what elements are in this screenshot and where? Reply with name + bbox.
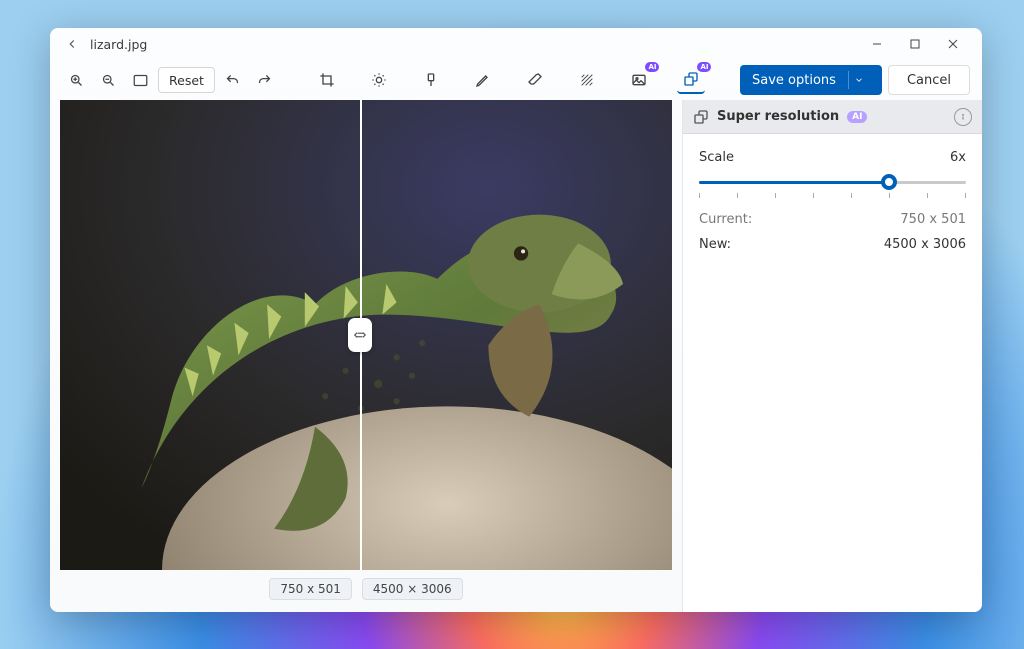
close-icon xyxy=(948,39,958,49)
canvas-area: 750 x 501 4500 × 3006 xyxy=(50,100,682,612)
save-options-label: Save options xyxy=(752,73,836,88)
swap-icon xyxy=(353,328,367,342)
arrow-left-icon xyxy=(65,37,79,51)
comparison-handle[interactable] xyxy=(348,318,372,352)
brightness-icon xyxy=(371,72,387,88)
original-dimensions-chip: 750 x 501 xyxy=(269,578,352,600)
minimize-button[interactable] xyxy=(858,30,896,58)
scale-value: 6x xyxy=(950,150,966,165)
markup-tool[interactable] xyxy=(469,66,497,94)
toolbar-right: Save options Cancel xyxy=(740,65,970,95)
current-value: 750 x 501 xyxy=(900,212,966,227)
upscale-icon xyxy=(683,71,699,87)
background-icon xyxy=(579,72,595,88)
editor-body: 750 x 501 4500 × 3006 Super resolution A… xyxy=(50,100,982,612)
window-controls xyxy=(858,30,972,58)
toolbar: Reset xyxy=(50,60,982,100)
info-icon xyxy=(958,112,968,122)
cancel-button[interactable]: Cancel xyxy=(888,65,970,95)
titlebar: lizard.jpg xyxy=(50,28,982,60)
image-ai-icon xyxy=(631,72,647,88)
dimensions-bar: 750 x 501 4500 × 3006 xyxy=(60,574,672,604)
new-label: New: xyxy=(699,237,731,252)
zoom-in-button[interactable] xyxy=(62,67,90,93)
eraser-icon xyxy=(527,72,543,88)
panel-body: Scale 6x xyxy=(683,134,982,278)
toolbar-left: Reset xyxy=(62,67,279,93)
zoom-out-icon xyxy=(101,73,116,88)
photos-editor-window: lizard.jpg xyxy=(50,28,982,612)
adjust-tool[interactable] xyxy=(365,66,393,94)
desktop-background: lizard.jpg xyxy=(0,0,1024,649)
maximize-icon xyxy=(910,39,920,49)
ai-badge: AI xyxy=(847,111,867,123)
new-value: 4500 x 3006 xyxy=(884,237,966,252)
panel-header: Super resolution AI xyxy=(683,100,982,134)
slider-thumb[interactable] xyxy=(881,174,897,190)
scale-label: Scale xyxy=(699,150,734,165)
scale-slider[interactable] xyxy=(699,175,966,198)
current-label: Current: xyxy=(699,212,752,227)
super-resolution-panel: Super resolution AI Scale 6x xyxy=(682,100,982,612)
maximize-button[interactable] xyxy=(896,30,934,58)
slider-fill xyxy=(699,181,889,184)
upscale-panel-icon xyxy=(693,109,709,125)
panel-title: Super resolution xyxy=(717,109,839,124)
new-row: New: 4500 x 3006 xyxy=(699,237,966,252)
background-tool[interactable] xyxy=(573,66,601,94)
close-button[interactable] xyxy=(934,30,972,58)
scale-row: Scale 6x xyxy=(699,150,966,165)
filter-icon xyxy=(423,72,439,88)
minimize-icon xyxy=(872,39,882,49)
fit-icon xyxy=(133,74,148,87)
file-name-label: lizard.jpg xyxy=(90,37,147,52)
zoom-in-icon xyxy=(69,73,84,88)
info-button[interactable] xyxy=(954,108,972,126)
save-options-button[interactable]: Save options xyxy=(740,65,882,95)
generative-fill-tool[interactable] xyxy=(625,66,653,94)
fit-to-screen-button[interactable] xyxy=(126,67,154,93)
crop-tool[interactable] xyxy=(313,66,341,94)
slider-ticks xyxy=(699,193,966,198)
new-dimensions-chip: 4500 × 3006 xyxy=(362,578,463,600)
back-button[interactable] xyxy=(60,32,84,56)
zoom-out-button[interactable] xyxy=(94,67,122,93)
redo-button[interactable] xyxy=(251,67,279,93)
chevron-down-icon xyxy=(854,75,864,85)
crop-icon xyxy=(319,72,335,88)
undo-button[interactable] xyxy=(219,67,247,93)
erase-tool[interactable] xyxy=(521,66,549,94)
redo-icon xyxy=(257,73,272,88)
filter-tool[interactable] xyxy=(417,66,445,94)
undo-icon xyxy=(225,73,240,88)
reset-button[interactable]: Reset xyxy=(158,67,215,93)
toolbar-center xyxy=(279,66,740,94)
pen-icon xyxy=(475,72,491,88)
image-canvas[interactable] xyxy=(60,100,672,570)
save-options-dropdown[interactable] xyxy=(848,71,870,89)
current-row: Current: 750 x 501 xyxy=(699,212,966,227)
super-resolution-tool[interactable] xyxy=(677,66,705,94)
